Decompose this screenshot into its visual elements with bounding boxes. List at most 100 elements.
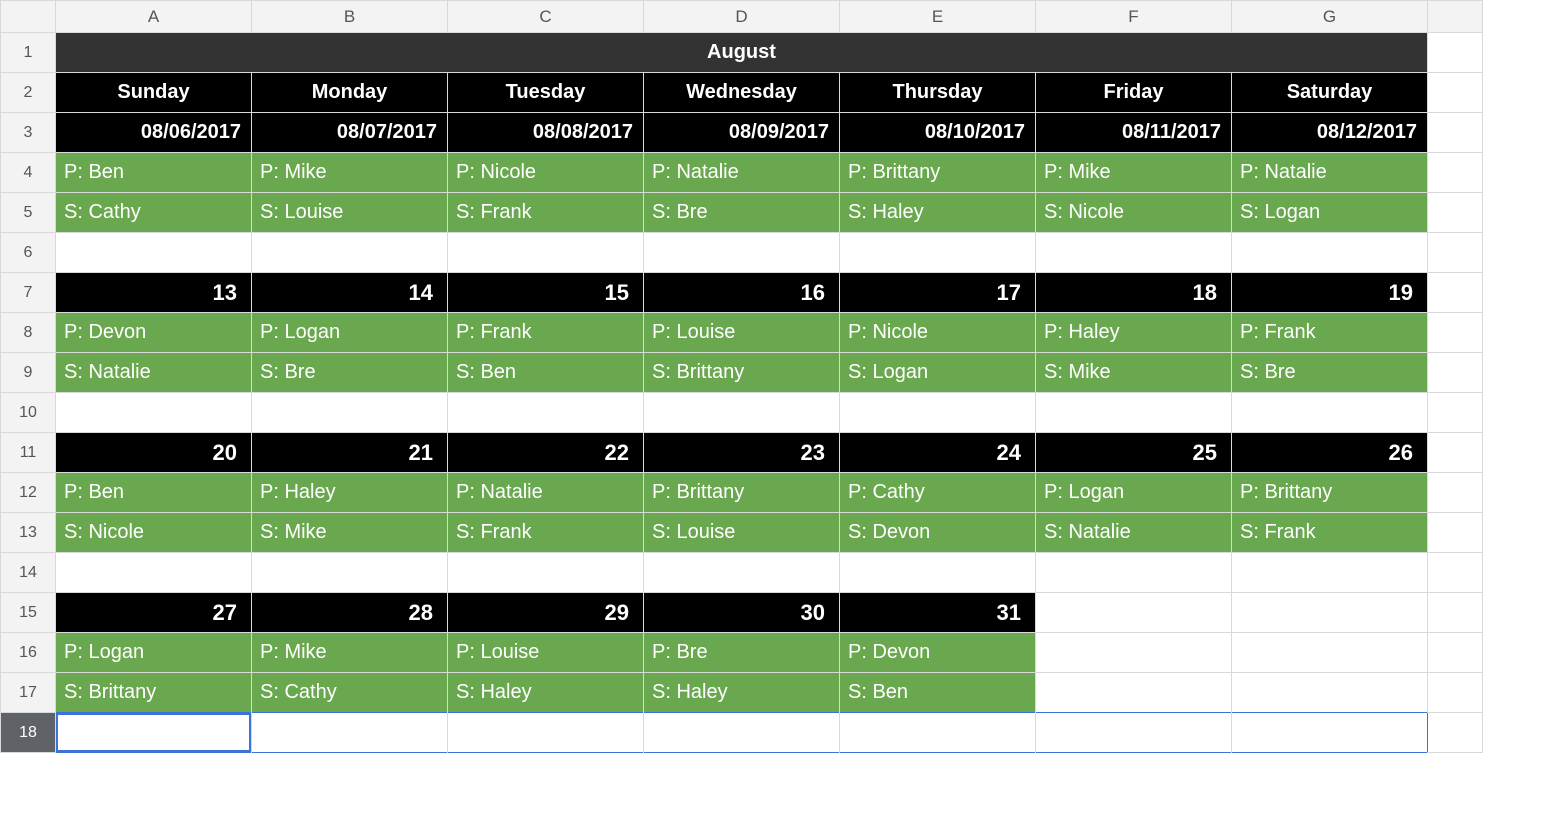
cell-B13[interactable]: S: Mike (252, 513, 447, 552)
cell-D15[interactable]: 30 (644, 593, 839, 632)
cell-F16[interactable] (1036, 633, 1231, 672)
cell-F7[interactable]: 18 (1036, 273, 1231, 312)
row-header-18[interactable]: 18 (1, 713, 56, 753)
cell-F5[interactable]: S: Nicole (1036, 193, 1231, 232)
cell-F14[interactable] (1036, 553, 1231, 592)
cell-A10[interactable] (56, 393, 251, 432)
col-header-C[interactable]: C (448, 1, 644, 33)
cell-D10[interactable] (644, 393, 839, 432)
cell-G5[interactable]: S: Logan (1232, 193, 1427, 232)
cell-G11[interactable]: 26 (1232, 433, 1427, 472)
cell-D14[interactable] (644, 553, 839, 592)
cell-C8[interactable]: P: Frank (448, 313, 643, 352)
cell-F8[interactable]: P: Haley (1036, 313, 1231, 352)
cell-F4[interactable]: P: Mike (1036, 153, 1231, 192)
cell-A3[interactable]: 08/06/2017 (56, 113, 251, 152)
col-header-E[interactable]: E (840, 1, 1036, 33)
cell-C14[interactable] (448, 553, 643, 592)
row-header-16[interactable]: 16 (1, 633, 56, 673)
cell-B10[interactable] (252, 393, 447, 432)
row-header-9[interactable]: 9 (1, 353, 56, 393)
cell-E12[interactable]: P: Cathy (840, 473, 1035, 512)
cell-C13[interactable]: S: Frank (448, 513, 643, 552)
cell-B5[interactable]: S: Louise (252, 193, 447, 232)
cell-D8[interactable]: P: Louise (644, 313, 839, 352)
cell-F18[interactable] (1036, 713, 1231, 752)
cell-F11[interactable]: 25 (1036, 433, 1231, 472)
row-header-10[interactable]: 10 (1, 393, 56, 433)
cell-C17[interactable]: S: Haley (448, 673, 643, 712)
cell-G4[interactable]: P: Natalie (1232, 153, 1427, 192)
cell-C2[interactable]: Tuesday (448, 73, 643, 112)
cell-blank[interactable] (1428, 633, 1482, 672)
cell-D17[interactable]: S: Haley (644, 673, 839, 712)
cell-E15[interactable]: 31 (840, 593, 1035, 632)
row-header-6[interactable]: 6 (1, 233, 56, 273)
cell-G14[interactable] (1232, 553, 1427, 592)
spreadsheet-viewport[interactable]: A B C D E F G 1August2SundayMondayTuesda… (0, 0, 1550, 753)
cell-C12[interactable]: P: Natalie (448, 473, 643, 512)
cell-G18[interactable] (1232, 713, 1427, 752)
cell-G6[interactable] (1232, 233, 1427, 272)
row-header-15[interactable]: 15 (1, 593, 56, 633)
cell-blank[interactable] (1428, 713, 1482, 752)
cell-G8[interactable]: P: Frank (1232, 313, 1427, 352)
cell-C3[interactable]: 08/08/2017 (448, 113, 643, 152)
cell-B9[interactable]: S: Bre (252, 353, 447, 392)
row-header-4[interactable]: 4 (1, 153, 56, 193)
cell-A14[interactable] (56, 553, 251, 592)
cell-A2[interactable]: Sunday (56, 73, 251, 112)
cell-G16[interactable] (1232, 633, 1427, 672)
cell-D11[interactable]: 23 (644, 433, 839, 472)
cell-C11[interactable]: 22 (448, 433, 643, 472)
cell-D9[interactable]: S: Brittany (644, 353, 839, 392)
cell-G10[interactable] (1232, 393, 1427, 432)
cell-blank[interactable] (1428, 153, 1482, 192)
cell-E18[interactable] (840, 713, 1035, 752)
cell-A13[interactable]: S: Nicole (56, 513, 251, 552)
cell-E4[interactable]: P: Brittany (840, 153, 1035, 192)
cell-A12[interactable]: P: Ben (56, 473, 251, 512)
row-header-17[interactable]: 17 (1, 673, 56, 713)
cell-G7[interactable]: 19 (1232, 273, 1427, 312)
cell-F15[interactable] (1036, 593, 1231, 632)
cell-A11[interactable]: 20 (56, 433, 251, 472)
cell-D12[interactable]: P: Brittany (644, 473, 839, 512)
cell-G13[interactable]: S: Frank (1232, 513, 1427, 552)
cell-C10[interactable] (448, 393, 643, 432)
cell-C4[interactable]: P: Nicole (448, 153, 643, 192)
cell-F10[interactable] (1036, 393, 1231, 432)
cell-B8[interactable]: P: Logan (252, 313, 447, 352)
cell-C15[interactable]: 29 (448, 593, 643, 632)
cell-C16[interactable]: P: Louise (448, 633, 643, 672)
cell-blank[interactable] (1428, 673, 1482, 712)
cell-B4[interactable]: P: Mike (252, 153, 447, 192)
col-header-B[interactable]: B (252, 1, 448, 33)
cell-B6[interactable] (252, 233, 447, 272)
cell-B2[interactable]: Monday (252, 73, 447, 112)
row-header-13[interactable]: 13 (1, 513, 56, 553)
cell-E11[interactable]: 24 (840, 433, 1035, 472)
cell-D18[interactable] (644, 713, 839, 752)
cell-A6[interactable] (56, 233, 251, 272)
cell-G15[interactable] (1232, 593, 1427, 632)
cell-A5[interactable]: S: Cathy (56, 193, 251, 232)
cell-B11[interactable]: 21 (252, 433, 447, 472)
cell-A18[interactable] (56, 713, 251, 752)
cell-A9[interactable]: S: Natalie (56, 353, 251, 392)
cell-blank[interactable] (1428, 313, 1482, 352)
cell-F12[interactable]: P: Logan (1036, 473, 1231, 512)
cell-blank[interactable] (1428, 113, 1482, 152)
cell-blank[interactable] (1428, 193, 1482, 232)
cell-B15[interactable]: 28 (252, 593, 447, 632)
cell-D16[interactable]: P: Bre (644, 633, 839, 672)
cell-A17[interactable]: S: Brittany (56, 673, 251, 712)
row-header-5[interactable]: 5 (1, 193, 56, 233)
cell-blank[interactable] (1428, 473, 1482, 512)
cell-E7[interactable]: 17 (840, 273, 1035, 312)
cell-E6[interactable] (840, 233, 1035, 272)
cell-C6[interactable] (448, 233, 643, 272)
cell-C5[interactable]: S: Frank (448, 193, 643, 232)
cell-B18[interactable] (252, 713, 447, 752)
col-header-F[interactable]: F (1036, 1, 1232, 33)
